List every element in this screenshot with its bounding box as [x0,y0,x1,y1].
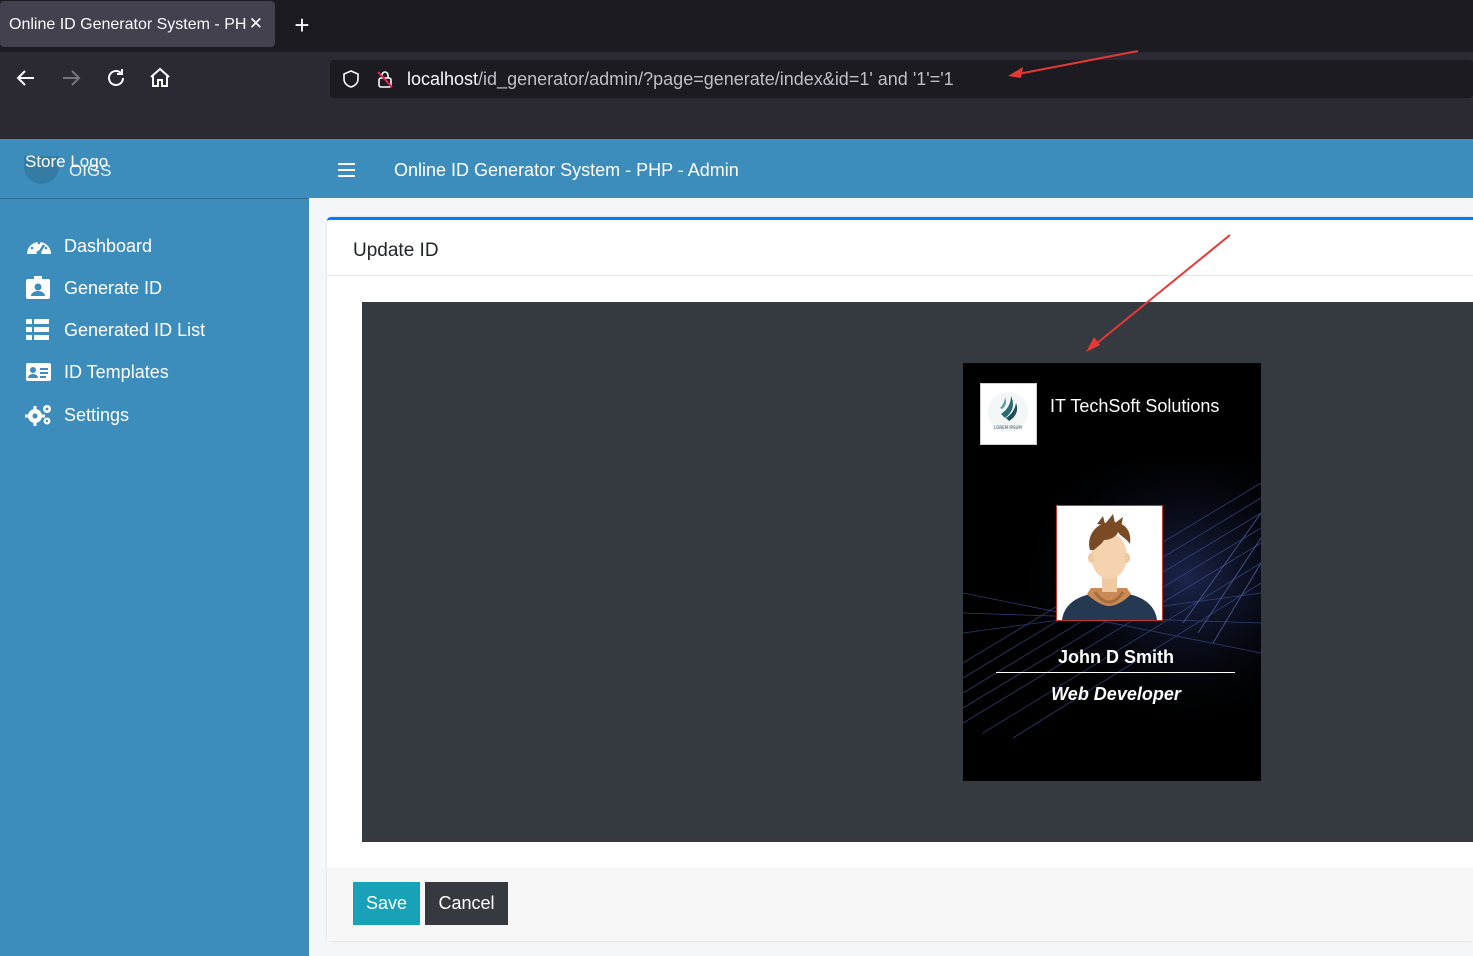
url-text[interactable]: localhost/id_generator/admin/?page=gener… [407,69,954,90]
url-host: localhost [407,69,479,89]
person-role: Web Developer [1051,684,1181,704]
browser-toolbar: localhost/id_generator/admin/?page=gener… [0,52,1473,139]
header-title: Online ID Generator System - PHP - Admin [394,160,739,180]
sidebar-item-generated-id-list[interactable]: Generated ID List [25,315,295,345]
sidebar-item-label: Generated ID List [64,320,206,340]
url-bar[interactable]: localhost/id_generator/admin/?page=gener… [330,60,1473,98]
sidebar-item-generate-id[interactable]: Generate ID [25,273,295,303]
brand[interactable]: OIGS Store Logo [0,139,309,199]
name-divider [996,672,1235,673]
sidebar-item-label: Generate ID [64,278,163,298]
insecure-lock-icon[interactable] [375,69,395,89]
sidebar-item-label: Dashboard [64,236,153,256]
sidebar-item-dashboard[interactable]: Dashboard [25,231,295,261]
browser-tab-bar: Online ID Generator System - PHP - Admin… [0,0,1473,52]
id-badge-icon [25,276,53,300]
company-logo-text: LOREM IPSUM [994,425,1022,430]
reload-icon[interactable] [104,66,128,90]
card-title: Update ID [353,240,439,261]
company-logo: LOREM IPSUM [980,383,1037,445]
tab-title: Online ID Generator System - PHP - Admin [9,16,247,33]
person-avatar [1056,505,1163,621]
update-id-card: Update ID Save Cancel [327,217,1473,941]
top-header: Online ID Generator System - PHP - Admin [309,139,1473,198]
new-tab-icon[interactable]: + [290,10,314,40]
id-preview-area [362,302,1473,842]
url-path: /id_generator/admin/?page=generate/index… [478,69,954,89]
sidebar-item-label: Settings [64,405,130,425]
dashboard-icon [25,234,53,258]
list-icon [25,318,53,342]
card-footer: Save Cancel [327,867,1473,941]
sidebar: OIGS Store Logo Dashboard Generate ID Ge… [0,139,309,956]
forward-icon[interactable] [59,66,83,90]
sidebar-item-label: ID Templates [64,362,169,382]
cancel-button[interactable]: Cancel [425,882,508,925]
gears-icon [25,403,53,427]
sidebar-item-settings[interactable]: Settings [25,400,295,430]
card-header: Update ID [327,220,1473,276]
id-card: LOREM IPSUM IT TechSoft Solutions John D… [963,363,1261,781]
shield-icon[interactable] [341,69,361,89]
back-icon[interactable] [14,66,38,90]
person-name: John D Smith [1058,647,1174,667]
save-button[interactable]: Save [353,882,420,925]
store-logo-alt-text: Store Logo [25,152,109,171]
menu-toggle-icon[interactable] [338,163,355,177]
tab-close-icon[interactable]: ✕ [249,14,263,34]
browser-tab[interactable]: Online ID Generator System - PHP - Admin… [0,1,275,47]
home-icon[interactable] [148,66,172,90]
id-card-icon [25,360,53,384]
sidebar-item-id-templates[interactable]: ID Templates [25,357,295,387]
company-name: IT TechSoft Solutions [1050,396,1220,416]
